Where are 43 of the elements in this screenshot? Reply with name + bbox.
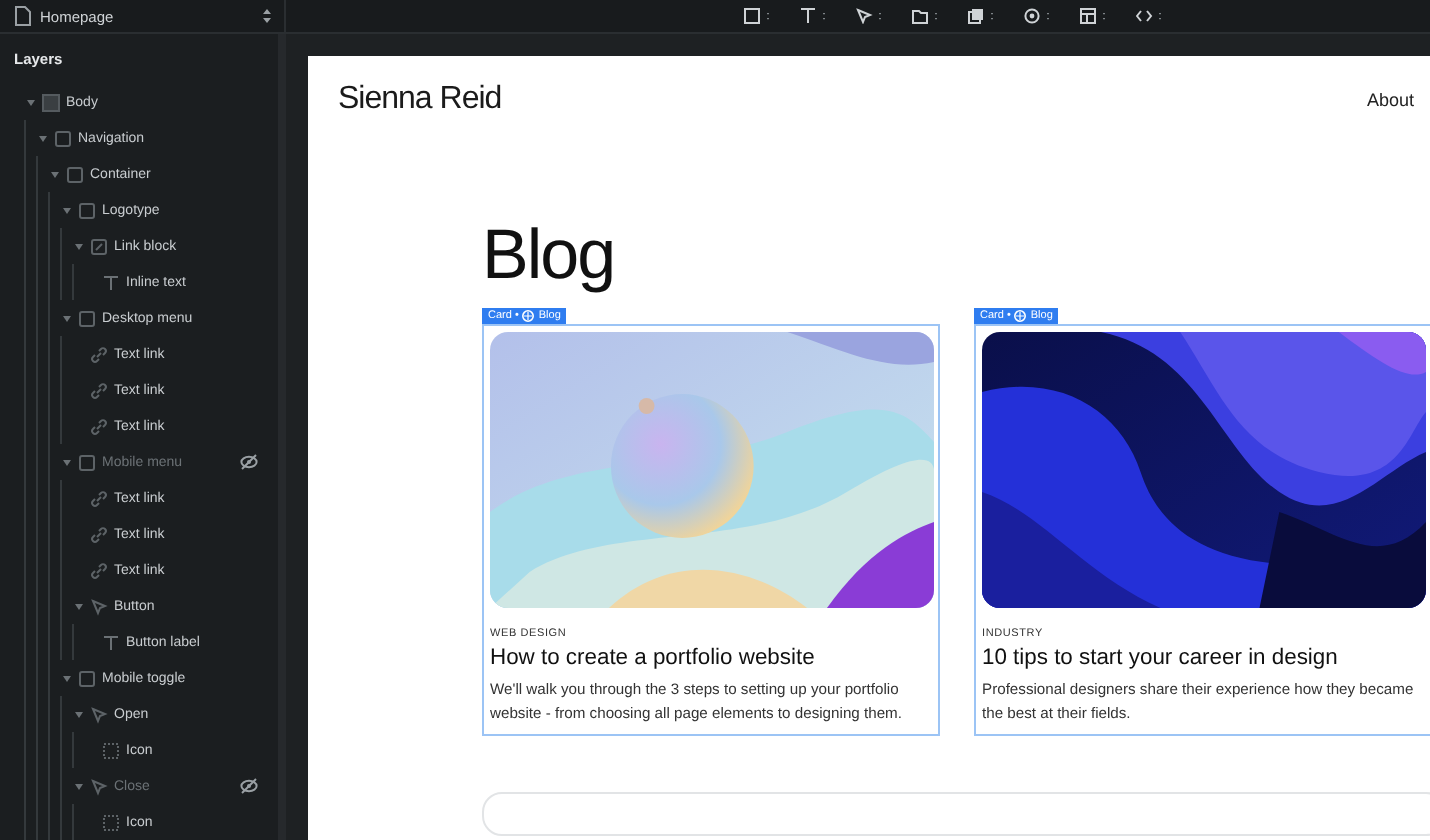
site-title[interactable]: Sienna Reid [338, 82, 502, 118]
square-icon [54, 129, 72, 147]
caret-icon[interactable] [26, 97, 36, 107]
link-icon [90, 561, 108, 579]
square-icon [78, 453, 96, 471]
card-title[interactable]: How to create a portfolio website [490, 646, 932, 670]
image-icon [102, 741, 120, 759]
updown-icon [262, 8, 272, 24]
nav-link[interactable]: About [1366, 90, 1414, 110]
link-icon [90, 525, 108, 543]
page-heading: Blog [482, 220, 617, 290]
square-icon [66, 165, 84, 183]
caret-icon[interactable] [62, 313, 72, 323]
link-icon [90, 345, 108, 363]
eye-off-icon[interactable] [240, 778, 258, 794]
square-icon [42, 93, 60, 111]
caret-icon[interactable] [50, 169, 60, 179]
caret-icon[interactable] [38, 133, 48, 143]
cursor-icon [90, 597, 108, 615]
cursor-icon [90, 705, 108, 723]
caret-icon[interactable] [74, 601, 84, 611]
component-icon [522, 310, 535, 322]
page-icon [14, 6, 32, 26]
caret-icon[interactable] [74, 781, 84, 791]
image-icon [102, 813, 120, 831]
square-icon [78, 309, 96, 327]
caret-icon[interactable] [62, 673, 72, 683]
caret-icon[interactable] [62, 205, 72, 215]
caret-icon[interactable] [74, 709, 84, 719]
square-icon [78, 201, 96, 219]
component-icon [1014, 310, 1027, 322]
card-title[interactable]: 10 tips to start your career in design [982, 646, 1424, 670]
square-icon [78, 669, 96, 687]
link-icon [90, 417, 108, 435]
cursor-icon [90, 777, 108, 795]
link-block-icon [90, 237, 108, 255]
link-icon [90, 381, 108, 399]
text-icon [102, 633, 120, 651]
caret-icon[interactable] [62, 457, 72, 467]
eye-off-icon[interactable] [240, 454, 258, 470]
caret-icon[interactable] [74, 241, 84, 251]
link-icon [90, 489, 108, 507]
text-icon [102, 273, 120, 291]
